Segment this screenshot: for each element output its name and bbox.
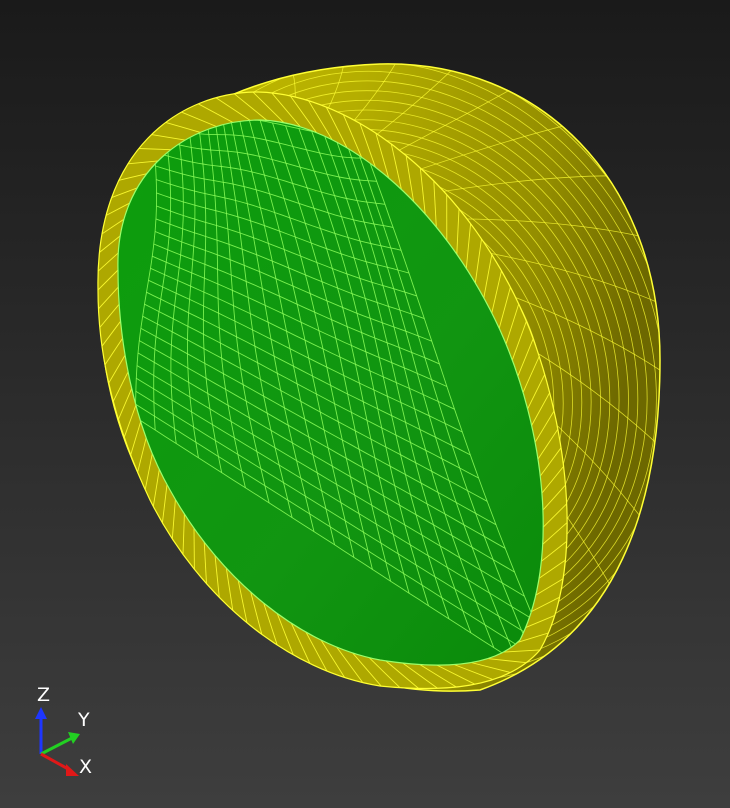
y-axis-icon bbox=[40, 736, 73, 756]
x-arrow-icon bbox=[66, 764, 79, 776]
x-axis-icon bbox=[40, 752, 71, 772]
hemisphere-model[interactable] bbox=[0, 0, 730, 789]
z-arrow-icon bbox=[35, 707, 47, 719]
model-viewport[interactable] bbox=[0, 0, 730, 808]
z-axis-label: Z bbox=[37, 684, 51, 706]
x-axis-label: X bbox=[79, 756, 93, 778]
y-axis-label: Y bbox=[78, 709, 90, 731]
coordinate-triad bbox=[35, 707, 80, 776]
